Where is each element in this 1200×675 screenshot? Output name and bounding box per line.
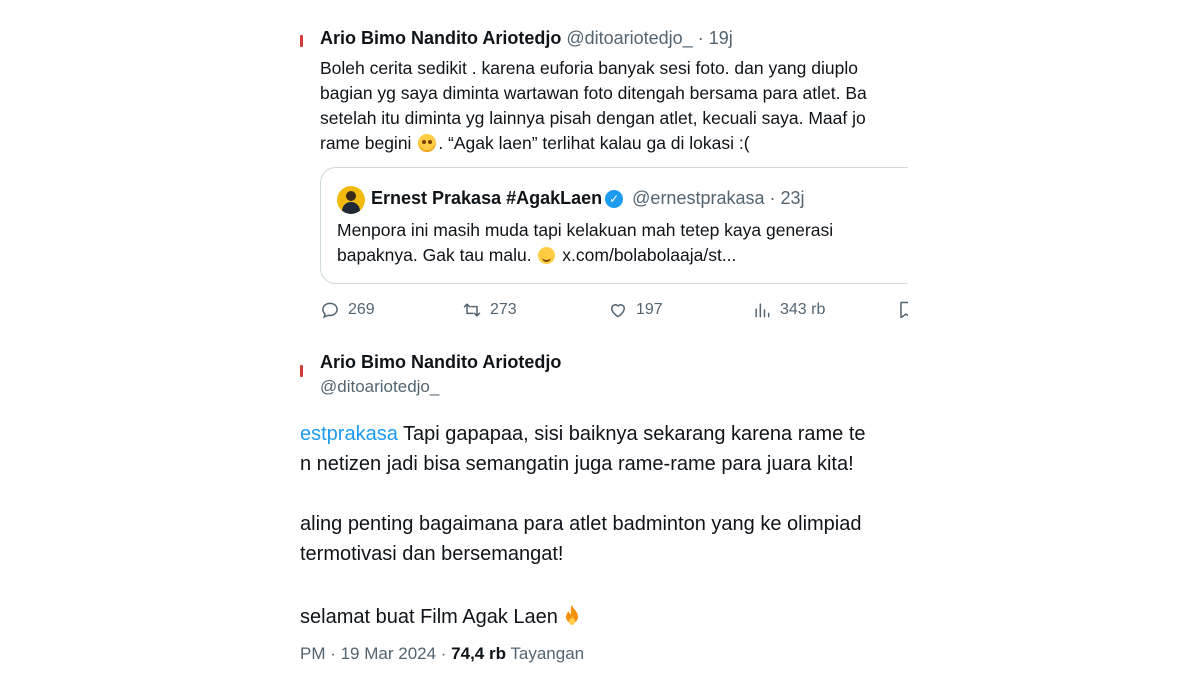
tweet1-line-1: Boleh cerita sedikit . karena euforia ba…	[320, 58, 858, 78]
tweet2-author-handle[interactable]: @ditoariotedjo_	[320, 377, 439, 397]
tweet1-line-4: rame begini . “Agak laen” terlihat kalau…	[320, 131, 908, 156]
quoted-line-2-pre: bapaknya. Gak tau malu.	[337, 245, 537, 265]
screenshot: Ario Bimo Nandito Ariotedjo @ditoarioted…	[0, 0, 1200, 675]
views-button[interactable]: 343 rb	[752, 300, 825, 320]
tweet2-line-4: termotivasi dan bersemangat!	[300, 543, 564, 565]
tweet1-line-4-pre: rame begini	[320, 133, 417, 153]
tweet1-line-3: setelah itu diminta yg lainnya pisah den…	[320, 108, 866, 128]
relieved-face-emoji-icon	[538, 247, 556, 264]
tweet1-text: Boleh cerita sedikit . karena euforia ba…	[320, 56, 908, 156]
quoted-author-name[interactable]: Ernest Prakasa #AgakLaen	[371, 188, 602, 208]
tweet2-line-1-rest: Tapi gapapaa, sisi baiknya sekarang kare…	[397, 423, 866, 445]
tweet1-author-name[interactable]: Ario Bimo Nandito Ariotedjo	[320, 28, 561, 48]
tweet2-line-2: n netizen jadi bisa semangatin juga rame…	[300, 453, 854, 475]
quoted-line-2-link[interactable]: x.com/bolabolaaja/st...	[557, 245, 736, 265]
tweet2-author-name[interactable]: Ario Bimo Nandito Ariotedjo	[320, 352, 561, 373]
tweet2-text: estprakasa Tapi gapapaa, sisi baiknya se…	[300, 419, 866, 629]
quoted-separator: ·	[764, 188, 781, 208]
quoted-tweet-card[interactable]: Ernest Prakasa #AgakLaen ✓ @ernestprakasa…	[320, 167, 908, 284]
mention-link[interactable]: estprakasa	[300, 423, 398, 445]
tweet2-timestamp[interactable]: PM · 19 Mar 2024 ·	[300, 644, 451, 663]
repost-icon	[463, 303, 481, 317]
quoted-author-handle[interactable]: @ernestprakasa	[632, 188, 764, 208]
repost-count: 273	[490, 301, 517, 318]
quoted-line-2: bapaknya. Gak tau malu. x.com/bolabolaaj…	[337, 243, 833, 268]
like-icon	[611, 304, 625, 318]
tweet1-author-handle[interactable]: @ditoariotedjo_	[566, 28, 692, 48]
reply-button[interactable]: 269	[320, 300, 375, 320]
views-icon	[755, 303, 770, 318]
tweet1-time[interactable]: 19j	[709, 28, 733, 48]
tweet2-footer: PM · 19 Mar 2024 · 74,4 rb Tayangan	[300, 644, 584, 664]
tweet-thread-crop: Ario Bimo Nandito Ariotedjo @ditoarioted…	[300, 0, 908, 675]
tweet2-line-5-text: selamat buat Film Agak Laen	[300, 606, 558, 628]
tweet1-separator: ·	[692, 28, 709, 48]
quoted-tweet-text: Menpora ini masih muda tapi kelakuan mah…	[337, 218, 833, 268]
tweet1-line-4-post: . “Agak laen” terlihat kalau ga di lokas…	[438, 133, 750, 153]
tweet2-line-5: selamat buat Film Agak Laen	[300, 599, 866, 629]
tweet2-line-3: aling penting bagaimana para atlet badmi…	[300, 513, 862, 535]
tweet1-action-bar: 269 273 197 343 rb	[320, 300, 908, 322]
repost-button[interactable]: 273	[462, 300, 517, 320]
tweet2-line-1: estprakasa Tapi gapapaa, sisi baiknya se…	[300, 419, 866, 449]
like-button[interactable]: 197	[608, 300, 663, 320]
avatar-sliver	[300, 35, 303, 47]
quoted-author-avatar	[337, 186, 365, 214]
verified-badge-icon: ✓	[605, 190, 624, 208]
avatar-sliver	[300, 365, 303, 377]
fire-emoji-icon	[565, 605, 578, 625]
pleading-face-emoji-icon	[418, 134, 437, 152]
tweet2-views-count: 74,4 rb	[451, 644, 506, 663]
tweet1-line-2: bagian yg saya diminta wartawan foto dit…	[320, 83, 867, 103]
views-count: 343 rb	[780, 301, 826, 318]
bookmark-icon	[900, 301, 908, 319]
bookmark-button[interactable]	[896, 300, 908, 320]
tweet1-header: Ario Bimo Nandito Ariotedjo @ditoarioted…	[320, 28, 733, 49]
quoted-tweet-header: Ernest Prakasa #AgakLaen ✓ @ernestprakasa…	[371, 188, 805, 209]
like-count: 197	[636, 301, 663, 318]
reply-count: 269	[348, 301, 375, 318]
reply-icon	[322, 302, 338, 319]
quoted-line-1: Menpora ini masih muda tapi kelakuan mah…	[337, 220, 834, 240]
quoted-time[interactable]: 23j	[781, 188, 805, 208]
tweet2-views-label: Tayangan	[505, 644, 585, 663]
